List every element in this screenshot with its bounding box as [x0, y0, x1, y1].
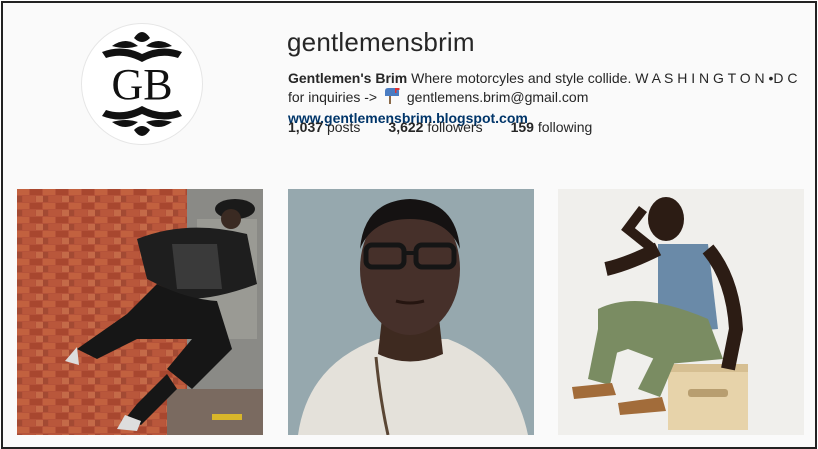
photo-seated-denim: [558, 189, 804, 435]
following-label: following: [537, 119, 593, 135]
post-thumbnail[interactable]: [17, 189, 263, 435]
profile-page: GB gentlemensbrim Gentlemen's Brim Where…: [1, 1, 817, 449]
posts-count: 1,037: [288, 119, 324, 135]
mailbox-icon: [383, 88, 401, 109]
following-count: 159: [510, 119, 534, 135]
post-thumbnail[interactable]: [288, 189, 534, 435]
posts-stat: 1,037 posts: [288, 119, 360, 135]
profile-full-name: Gentlemen's Brim: [288, 70, 408, 86]
following-stat[interactable]: 159 following: [511, 119, 593, 135]
photo-brick-wall-jump: [17, 189, 263, 435]
profile-avatar[interactable]: GB: [81, 23, 203, 145]
gb-logo: GB: [83, 25, 201, 143]
followers-stat[interactable]: 3,622 followers: [388, 119, 482, 135]
bio-email: gentlemens.brim@gmail.com: [406, 89, 589, 105]
avatar-monogram: GB: [111, 60, 172, 109]
post-thumbnail[interactable]: [558, 189, 804, 435]
posts-label: posts: [326, 119, 361, 135]
followers-count: 3,622: [388, 119, 424, 135]
photo-portrait-glasses: [288, 189, 534, 435]
profile-username: gentlemensbrim: [287, 27, 475, 57]
followers-label: followers: [427, 119, 483, 135]
profile-stats: 1,037 posts 3,622 followers 159 followin…: [288, 119, 592, 135]
